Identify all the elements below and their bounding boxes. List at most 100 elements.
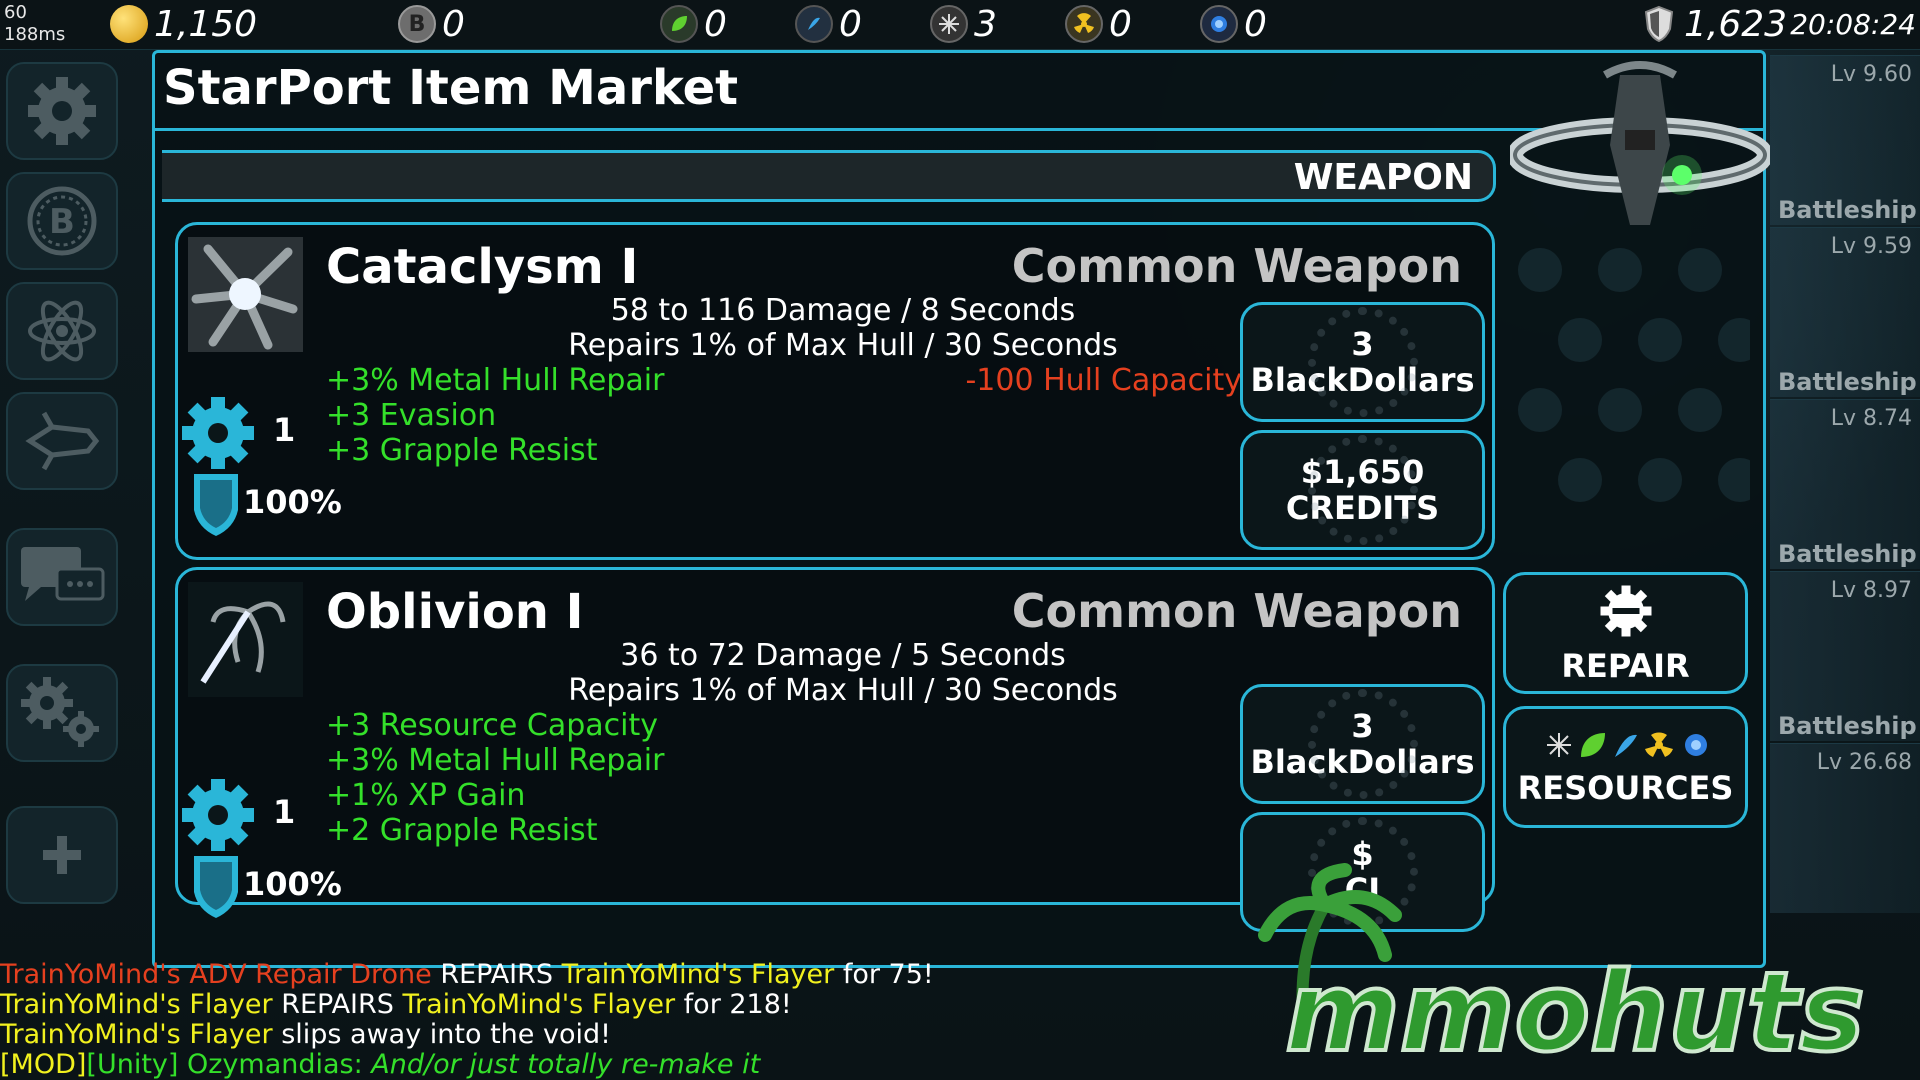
radioactive-value: 0	[1109, 3, 1132, 45]
hull-resource[interactable]: 1,623	[1640, 3, 1788, 45]
gear-count: 1	[273, 793, 296, 831]
fps-readout: 60 188ms	[4, 2, 65, 46]
blackdollar-icon: B	[398, 5, 436, 43]
svg-text:mmohuts: mmohuts	[1285, 948, 1865, 1076]
hex-pattern	[1518, 248, 1750, 502]
leaf-icon	[660, 5, 698, 43]
organic-value: 0	[704, 3, 727, 45]
top-resource-bar: 60 188ms 1,150 B 0 0 0 3 0 0 1,623 20:08…	[0, 0, 1920, 50]
chat-segment: TrainYoMind's Flayer	[402, 989, 676, 1020]
fleet-level: Lv 26.68	[1816, 750, 1912, 775]
gear-count: 1	[273, 411, 296, 449]
hull-value: 1,623	[1684, 3, 1788, 45]
item-bonus: +3 Grapple Resist	[326, 433, 598, 468]
chat-segment: TrainYoMind's Flayer	[0, 1019, 273, 1050]
chat-segment: for 75!	[834, 959, 934, 990]
metal-resource[interactable]: 3	[930, 3, 997, 45]
item-repair-stat: Repairs 1% of Max Hull / 30 Seconds	[568, 673, 1118, 708]
svg-text:B: B	[49, 202, 75, 242]
crystal-resource[interactable]: 0	[1200, 3, 1267, 45]
chat-log: TrainYoMind's ADV Repair Drone REPAIRS T…	[0, 960, 1240, 1080]
atom-icon	[28, 300, 96, 362]
item-bonus: +2 Grapple Resist	[326, 813, 598, 848]
crystal-value: 0	[1244, 3, 1267, 45]
ship-button[interactable]	[6, 392, 118, 490]
item-condition: 100%	[243, 865, 342, 903]
metal-value: 3	[974, 3, 997, 45]
metal-icon	[930, 5, 968, 43]
fleet-name: Battleship	[1778, 196, 1917, 224]
item-penalty: -100 Hull Capacity	[965, 363, 1242, 398]
water-value: 0	[839, 3, 862, 45]
chat-segment: for 218!	[675, 989, 792, 1020]
resources-label: RESOURCES	[1517, 769, 1734, 807]
settings-gear-button[interactable]	[6, 62, 118, 160]
coin-background	[1307, 435, 1418, 545]
water-icon	[795, 5, 833, 43]
plus-icon	[43, 836, 81, 874]
chat-segment: TrainYoMind's Flayer	[0, 989, 273, 1020]
chat-segment: REPAIRS	[431, 959, 562, 990]
chat-segment: TrainYoMind's Flayer	[561, 959, 835, 990]
blackdollar-icon: B	[27, 186, 97, 256]
buy-blackdollars-button[interactable]: 3 BlackDollars	[1240, 302, 1485, 422]
research-button[interactable]	[6, 282, 118, 380]
chat-button[interactable]	[6, 528, 118, 626]
coin-background	[1307, 307, 1418, 417]
radioactive-icon	[1065, 5, 1103, 43]
fleet-level: Lv 9.60	[1830, 62, 1912, 87]
item-bonus: +3 Resource Capacity	[326, 708, 658, 743]
gold-coin-icon	[110, 5, 148, 43]
gear-icon	[28, 77, 96, 145]
fleet-level: Lv 8.97	[1830, 578, 1912, 603]
category-bar[interactable]: WEAPON	[162, 150, 1496, 202]
chat-line: TrainYoMind's Flayer REPAIRS TrainYoMind…	[0, 990, 1240, 1020]
buy-credits-button[interactable]: $1,650 CREDITS	[1240, 430, 1485, 550]
shield-icon	[194, 856, 238, 918]
blackdollar-shop-button[interactable]: B	[6, 172, 118, 270]
radioactive-resource[interactable]: 0	[1065, 3, 1132, 45]
chat-segment: [Unity] Ozymandias:	[86, 1049, 372, 1080]
crystal-icon	[1200, 5, 1238, 43]
repair-button[interactable]: REPAIR	[1503, 572, 1748, 694]
buy-blackdollars-button[interactable]: 3 BlackDollars	[1240, 684, 1485, 804]
mmohuts-logo: mmohuts	[1258, 863, 1867, 1078]
chat-line: [MOD][Unity] Ozymandias: And/or just tot…	[0, 1050, 1240, 1080]
water-resource[interactable]: 0	[795, 3, 862, 45]
fleet-name: Battleship	[1778, 540, 1917, 568]
fleet-level: Lv 8.74	[1830, 406, 1912, 431]
organic-resource[interactable]: 0	[660, 3, 727, 45]
item-bonus: +3 Evasion	[326, 398, 497, 433]
repair-gear-icon	[1600, 585, 1651, 637]
chat-segment: [MOD]	[0, 1049, 87, 1080]
chat-segment: REPAIRS	[272, 989, 403, 1020]
gear-icon	[182, 397, 254, 469]
add-button[interactable]	[6, 806, 118, 904]
clock: 20:08:24	[1790, 8, 1916, 41]
window-title: StarPort Item Market	[163, 60, 739, 116]
blackdollar-resource[interactable]: B 0	[398, 3, 465, 45]
chat-segment: TrainYoMind's ADV Repair Drone	[0, 959, 432, 990]
starport-station-icon	[1510, 61, 1770, 225]
coin-background	[1307, 689, 1418, 799]
item-damage-stat: 58 to 116 Damage / 8 Seconds	[610, 293, 1076, 328]
gears-icon	[21, 677, 99, 747]
spaceship-icon	[25, 411, 100, 471]
item-rarity: Common Weapon	[1011, 239, 1462, 293]
oblivion-weapon-icon	[188, 582, 303, 697]
fleet-list: Lv 9.60 Lv 9.59 Battleship Lv 8.74 Battl…	[1770, 55, 1920, 915]
fps-value: 60	[4, 2, 27, 23]
item-condition: 100%	[243, 483, 342, 521]
resources-button[interactable]: RESOURCES	[1503, 706, 1748, 828]
fleet-name: Battleship	[1778, 712, 1917, 740]
item-bonus: +1% XP Gain	[326, 778, 526, 813]
chat-segment: And/or just totally re-make it	[371, 1049, 761, 1080]
item-damage-stat: 36 to 72 Damage / 5 Seconds	[620, 638, 1066, 673]
gold-resource[interactable]: 1,150	[110, 4, 257, 45]
item-bonus: +3% Metal Hull Repair	[326, 743, 665, 778]
item-bonus: +3% Metal Hull Repair	[326, 363, 665, 398]
options-button[interactable]	[6, 664, 118, 762]
fleet-name: Battleship	[1778, 368, 1917, 396]
chat-line: TrainYoMind's ADV Repair Drone REPAIRS T…	[0, 960, 1240, 990]
blackdollar-value: 0	[442, 3, 465, 45]
